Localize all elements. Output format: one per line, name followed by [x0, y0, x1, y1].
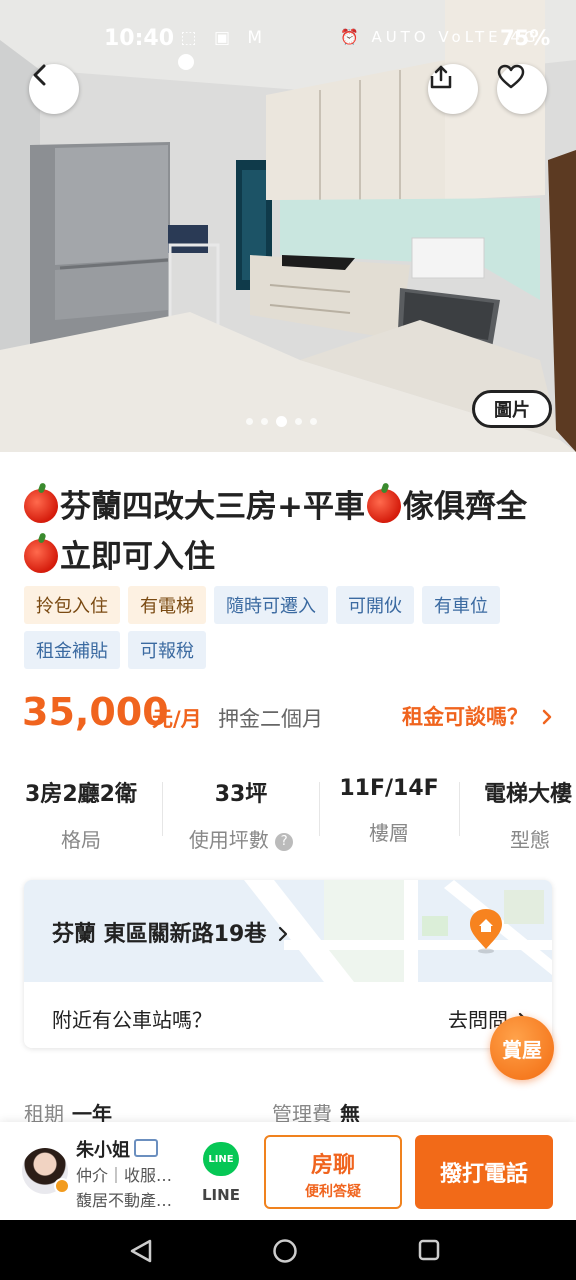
chat-button-label: 房聊: [310, 1153, 355, 1178]
spec-area: 33坪 使用坪數 ?: [180, 776, 302, 853]
spec-floor: 11F/14F 樓層: [330, 776, 448, 846]
contact-bar: 朱小姐 仲介｜收服… 馥居不動產… LINE LINE 房聊 便利答疑 撥打電話: [0, 1122, 576, 1220]
gallery-pagination: [246, 416, 317, 427]
location-card: 芬蘭 東區關新路19巷 附近有公車站嗎？ 去問問: [24, 880, 552, 1048]
call-button[interactable]: 撥打電話: [415, 1135, 553, 1209]
rent-price: 35,000: [22, 690, 169, 734]
tag-move-in-ready: 拎包入住: [24, 586, 120, 624]
title-part-1: 芬蘭四改大三房+平車: [60, 489, 365, 525]
chat-button[interactable]: 房聊 便利答疑: [264, 1135, 402, 1209]
tag-parking: 有車位: [422, 586, 500, 624]
spec-label: 格局: [61, 828, 101, 852]
spec-label[interactable]: 使用坪數 ?: [180, 824, 302, 853]
status-bar: 10:40 `⬚ ▣ M ⏰ AUTO VoLTE 4G 75%: [0, 0, 576, 80]
book-viewing-button[interactable]: 賞屋: [490, 1016, 554, 1080]
nav-back-icon[interactable]: [128, 1238, 154, 1264]
apple-emoji-icon: [24, 489, 58, 523]
notification-icons: `⬚ ▣ M: [166, 28, 269, 48]
id-card-icon: [134, 1139, 158, 1157]
map-pin-icon: [470, 909, 502, 954]
agent-company: 馥居不動產…: [76, 1191, 173, 1210]
spec-label: 樓層: [369, 821, 409, 845]
tag-rent-subsidy: 租金補貼: [24, 631, 120, 669]
tag-elevator: 有電梯: [128, 586, 206, 624]
address-text: 芬蘭 東區關新路19巷: [52, 922, 267, 947]
nav-home-icon[interactable]: [272, 1238, 298, 1264]
title-part-2: 傢俱齊: [402, 489, 496, 525]
chat-button-sublabel: 便利答疑: [305, 1184, 361, 1200]
spec-label: 型態: [510, 828, 550, 852]
rent-unit: 元/月: [152, 707, 202, 731]
apple-emoji-icon: [366, 489, 401, 523]
tag-tax-deductible: 可報稅: [128, 631, 206, 669]
heart-icon: [497, 64, 525, 89]
negotiate-rent-link[interactable]: 租金可談嗎？: [402, 701, 553, 731]
spec-value: 33坪: [214, 782, 268, 807]
spec-value: 電梯大樓: [484, 782, 573, 807]
spec-type: 電梯大樓 型態: [474, 776, 576, 853]
spec-divider: [319, 782, 320, 836]
agent-name[interactable]: 朱小姐: [76, 1136, 130, 1162]
pagination-dot-active[interactable]: [276, 416, 287, 427]
pagination-dot[interactable]: [261, 418, 268, 425]
pagination-dot[interactable]: [246, 418, 253, 425]
feature-tags: 拎包入住 有電梯 隨時可遷入 可開伙 有車位 租金補貼 可報稅: [24, 586, 564, 669]
back-button[interactable]: [29, 64, 79, 114]
spec-label-text: 使用坪數: [188, 828, 269, 852]
apple-emoji-icon: [24, 539, 58, 573]
spec-divider: [459, 782, 460, 836]
spec-value: 11F/14F: [339, 776, 439, 801]
negotiate-label: 租金可談嗎？: [402, 705, 528, 729]
chevron-left-icon: [33, 64, 46, 86]
chevron-right-icon: [543, 709, 552, 725]
pagination-dot[interactable]: [310, 418, 317, 425]
title-part-3: 全: [495, 489, 527, 525]
nav-recents-icon[interactable]: [417, 1238, 441, 1262]
line-label[interactable]: LINE: [202, 1186, 240, 1204]
bus-stop-question: 附近有公車站嗎？: [52, 1008, 212, 1032]
agent-verified-badge: [54, 1178, 70, 1194]
title-part-4: 立即可入住: [60, 539, 215, 575]
nearby-question-row[interactable]: 附近有公車站嗎？ 去問問: [24, 982, 552, 1048]
map-preview[interactable]: 芬蘭 東區關新路19巷: [24, 880, 552, 982]
share-button[interactable]: [428, 64, 478, 114]
share-icon: [430, 65, 452, 89]
battery-level: 75%: [500, 26, 551, 50]
tag-move-anytime: 隨時可遷入: [214, 586, 328, 624]
photo-gallery[interactable]: 10:40 `⬚ ▣ M ⏰ AUTO VoLTE 4G 75% 圖片: [0, 0, 576, 452]
status-time: 10:40: [104, 26, 175, 51]
pagination-dot[interactable]: [295, 418, 302, 425]
favorite-button[interactable]: [497, 64, 547, 114]
agent-role: 仲介｜收服…: [76, 1166, 173, 1185]
spec-layout: 3房2廳2衛 格局: [22, 776, 140, 853]
chevron-right-icon: [278, 926, 288, 942]
listing-page: 10:40 `⬚ ▣ M ⏰ AUTO VoLTE 4G 75% 圖片 芬蘭四改…: [0, 0, 576, 1280]
photo-category-button[interactable]: 圖片: [472, 390, 552, 428]
system-nav-bar: [0, 1220, 576, 1280]
listing-title: 芬蘭四改大三房+平車 傢俱齊全立即可入住: [22, 482, 552, 582]
address-link[interactable]: 芬蘭 東區關新路19巷: [52, 916, 288, 948]
line-icon[interactable]: LINE: [203, 1142, 239, 1176]
spec-value: 3房2廳2衛: [25, 782, 137, 807]
help-icon[interactable]: ?: [275, 833, 294, 851]
spec-divider: [162, 782, 163, 836]
deposit-info: 押金二個月: [218, 707, 323, 731]
tag-cooking-allowed: 可開伙: [336, 586, 414, 624]
